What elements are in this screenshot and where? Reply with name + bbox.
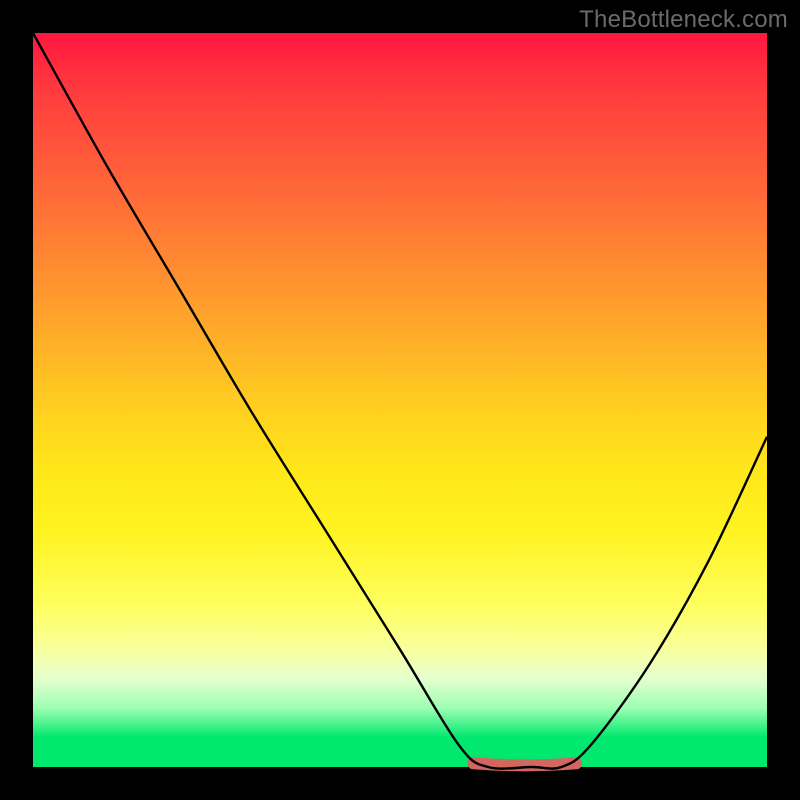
chart-svg: [33, 33, 767, 767]
watermark-text: TheBottleneck.com: [579, 6, 788, 34]
bottleneck-curve: [33, 33, 767, 769]
plot-area: [33, 33, 767, 767]
chart-frame: TheBottleneck.com: [0, 0, 800, 800]
optimum-segment: [473, 763, 576, 765]
